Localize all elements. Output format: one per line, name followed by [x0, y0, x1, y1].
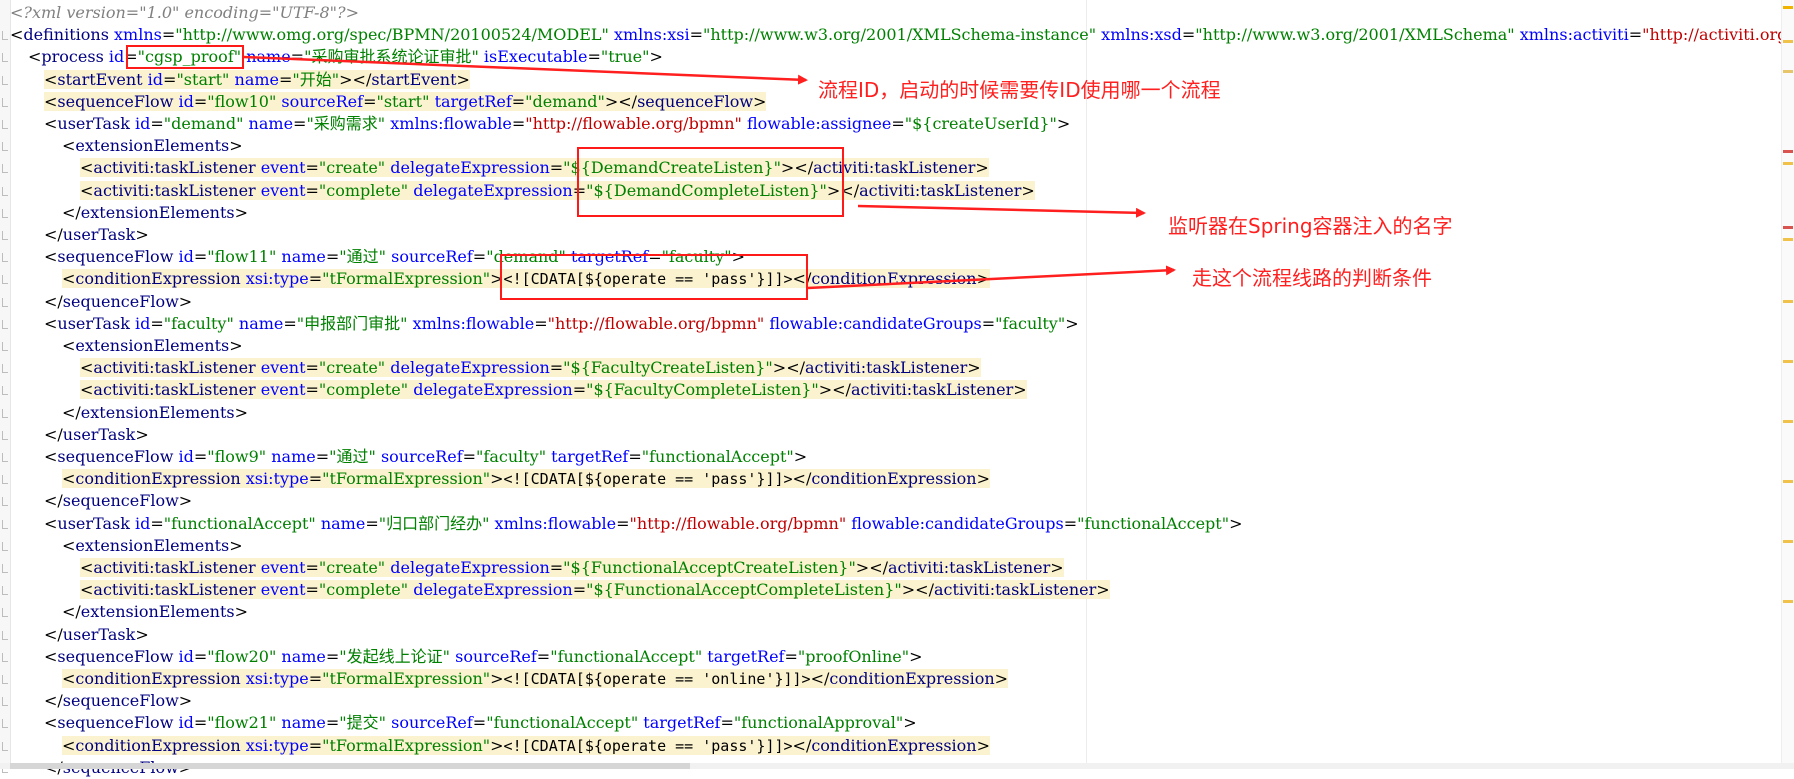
process-id-arrow — [243, 55, 808, 85]
process-id-note: 流程ID，启动的时候需要传ID使用哪一个流程 — [818, 78, 1221, 102]
warning-marker[interactable] — [1783, 70, 1793, 73]
listener-note: 监听器在Spring容器注入的名字 — [1168, 214, 1453, 238]
warning-marker[interactable] — [1783, 6, 1793, 9]
listener-arrow — [857, 204, 1146, 218]
warning-marker[interactable] — [1783, 40, 1793, 43]
vertical-scrollbar[interactable] — [1781, 0, 1794, 769]
xml-editor[interactable]: <?xml version="1.0" encoding="UTF-8"?> <d… — [0, 0, 1794, 777]
error-marker[interactable] — [1783, 150, 1793, 153]
warning-marker[interactable] — [1783, 540, 1793, 543]
warning-marker[interactable] — [1783, 420, 1793, 423]
annotation-arrows — [243, 55, 1176, 290]
warning-marker[interactable] — [1783, 238, 1793, 241]
horizontal-scrollbar[interactable] — [0, 763, 1794, 769]
condition-arrow — [807, 265, 1176, 290]
error-marker[interactable] — [1783, 226, 1793, 229]
warning-marker[interactable] — [1783, 162, 1793, 165]
warning-marker[interactable] — [1783, 360, 1793, 363]
horizontal-scroll-thumb[interactable] — [10, 763, 690, 769]
condition-note: 走这个流程线路的判断条件 — [1192, 266, 1432, 290]
warning-marker[interactable] — [1783, 300, 1793, 303]
warning-marker[interactable] — [1783, 480, 1793, 483]
warning-marker[interactable] — [1783, 600, 1793, 603]
